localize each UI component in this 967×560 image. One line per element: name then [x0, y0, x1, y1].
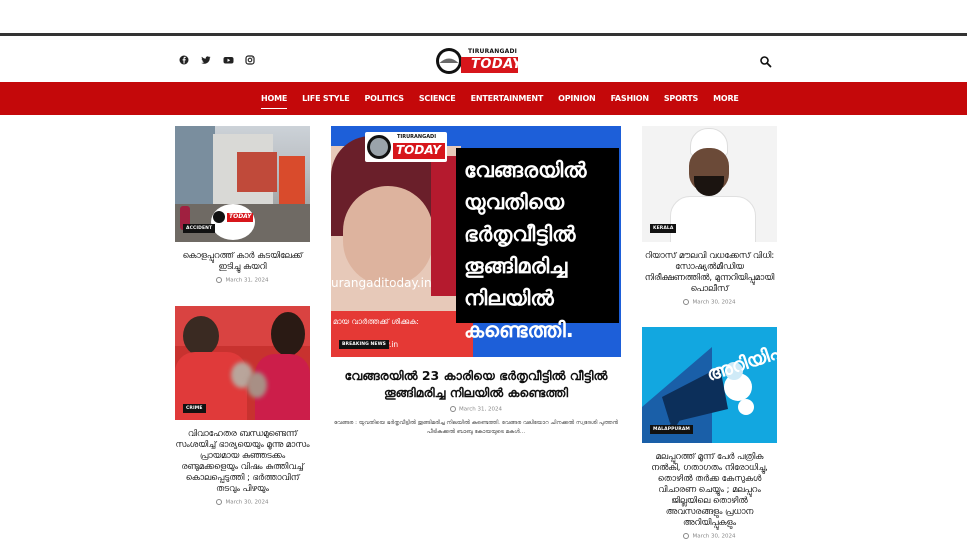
- main-nav: HOME LIFE STYLE POLITICS SCIENCE ENTERTAINME…: [0, 82, 967, 115]
- post-date: March 31, 2024: [175, 277, 310, 284]
- nav-item-more[interactable]: MORE: [713, 94, 739, 103]
- youtube-icon[interactable]: [222, 54, 234, 66]
- image-site-url: urangaditoday.in: [331, 276, 432, 290]
- clock-icon: [216, 277, 223, 283]
- post-card-crime[interactable]: CRIME വിവാഹേതര ബന്ധമുണ്ടെന്ന് സംശയിച്ച് …: [175, 306, 310, 506]
- featured-thumbnail[interactable]: TIRURANGADI TODAY വേങ്ങരയിൽ യുവതിയെ ഭർതൃ…: [331, 126, 621, 357]
- featured-post[interactable]: TIRURANGADI TODAY വേങ്ങരയിൽ യുവതിയെ ഭർതൃ…: [331, 126, 621, 437]
- clock-icon: [449, 406, 456, 412]
- image-headline-box: വേങ്ങരയിൽ യുവതിയെ ഭർതൃവീട്ടിൽ തൂങ്ങിമരിച…: [456, 148, 619, 342]
- post-thumbnail[interactable]: CRIME: [175, 306, 310, 420]
- post-title[interactable]: റിയാസ് മൗലവി വധക്കേസ് വിധി: സോഷ്യൽമീഡിയ …: [642, 250, 777, 294]
- featured-excerpt: വേങ്ങര : യുവതിയെ ഭർതൃവീട്ടിൽ തൂങ്ങിമരിച്…: [333, 419, 619, 435]
- instagram-icon[interactable]: [244, 54, 256, 66]
- logo-main-text: TODAY: [471, 57, 523, 72]
- nav-item-entertainment[interactable]: ENTERTAINMENT: [471, 94, 544, 103]
- clock-icon: [216, 499, 223, 505]
- search-icon[interactable]: [759, 54, 773, 68]
- post-date: March 30, 2024: [642, 299, 777, 306]
- post-thumbnail[interactable]: KERALA: [642, 126, 777, 242]
- post-date: March 30, 2024: [642, 533, 777, 540]
- post-card-malappuram[interactable]: അറിയിപ്പ് MALAPPURAM മലപ്പുറത്ത് മൂന്ന് …: [642, 327, 777, 540]
- category-tag[interactable]: ACCIDENT: [183, 224, 216, 233]
- site-logo[interactable]: TIRURANGADI TODAY: [434, 45, 523, 77]
- category-tag[interactable]: MALAPPURAM: [650, 425, 693, 434]
- twitter-icon[interactable]: [200, 54, 212, 66]
- post-title[interactable]: കൊളപ്പുറത്ത് കാർ കടയിലേക്ക് ഇടിച്ചു കയറി: [175, 250, 310, 272]
- nav-item-science[interactable]: SCIENCE: [419, 94, 456, 103]
- social-links: [178, 54, 256, 66]
- post-title[interactable]: വിവാഹേതര ബന്ധമുണ്ടെന്ന് സംശയിച്ച് ഭാര്യയ…: [175, 428, 310, 494]
- post-thumbnail[interactable]: TODAY ACCIDENT: [175, 126, 310, 242]
- logo-top-text: TIRURANGADI: [468, 48, 518, 55]
- post-card-kerala[interactable]: KERALA റിയാസ് മൗലവി വധക്കേസ് വിധി: സോഷ്യ…: [642, 126, 777, 306]
- nav-item-fashion[interactable]: FASHION: [611, 94, 649, 103]
- nav-item-life-style[interactable]: LIFE STYLE: [302, 94, 350, 103]
- featured-image-logo: TIRURANGADI TODAY: [365, 132, 447, 162]
- post-card-accident[interactable]: TODAY ACCIDENT കൊളപ്പുറത്ത് കാർ കടയിലേക്…: [175, 126, 310, 284]
- category-tag[interactable]: KERALA: [650, 224, 677, 233]
- post-title[interactable]: മലപ്പുറത്ത് മൂന്ന് പേർ പത്രിക നൽകി, ഗതാഗ…: [642, 451, 777, 528]
- category-tag[interactable]: BREAKING NEWS: [339, 340, 389, 349]
- clock-icon: [683, 299, 690, 305]
- nav-item-sports[interactable]: SPORTS: [664, 94, 698, 103]
- facebook-icon[interactable]: [178, 54, 190, 66]
- clock-icon: [683, 533, 690, 539]
- post-date: March 31, 2024: [331, 406, 621, 413]
- watermark-logo: TODAY: [213, 208, 253, 226]
- post-thumbnail[interactable]: അറിയിപ്പ് MALAPPURAM: [642, 327, 777, 443]
- image-strip-text: മായ വാർത്തക്ക് ശിക്കുക:: [333, 317, 419, 326]
- nav-item-opinion[interactable]: OPINION: [558, 94, 596, 103]
- nav-item-home[interactable]: HOME: [261, 94, 287, 109]
- post-date: March 30, 2024: [175, 499, 310, 506]
- nav-item-politics[interactable]: POLITICS: [365, 94, 405, 103]
- top-border: [0, 33, 967, 36]
- featured-title[interactable]: വേങ്ങരയിൽ 23 കാരിയെ ഭർതൃവീട്ടിൽ വീട്ടിൽ …: [331, 367, 621, 401]
- category-tag[interactable]: CRIME: [183, 404, 206, 413]
